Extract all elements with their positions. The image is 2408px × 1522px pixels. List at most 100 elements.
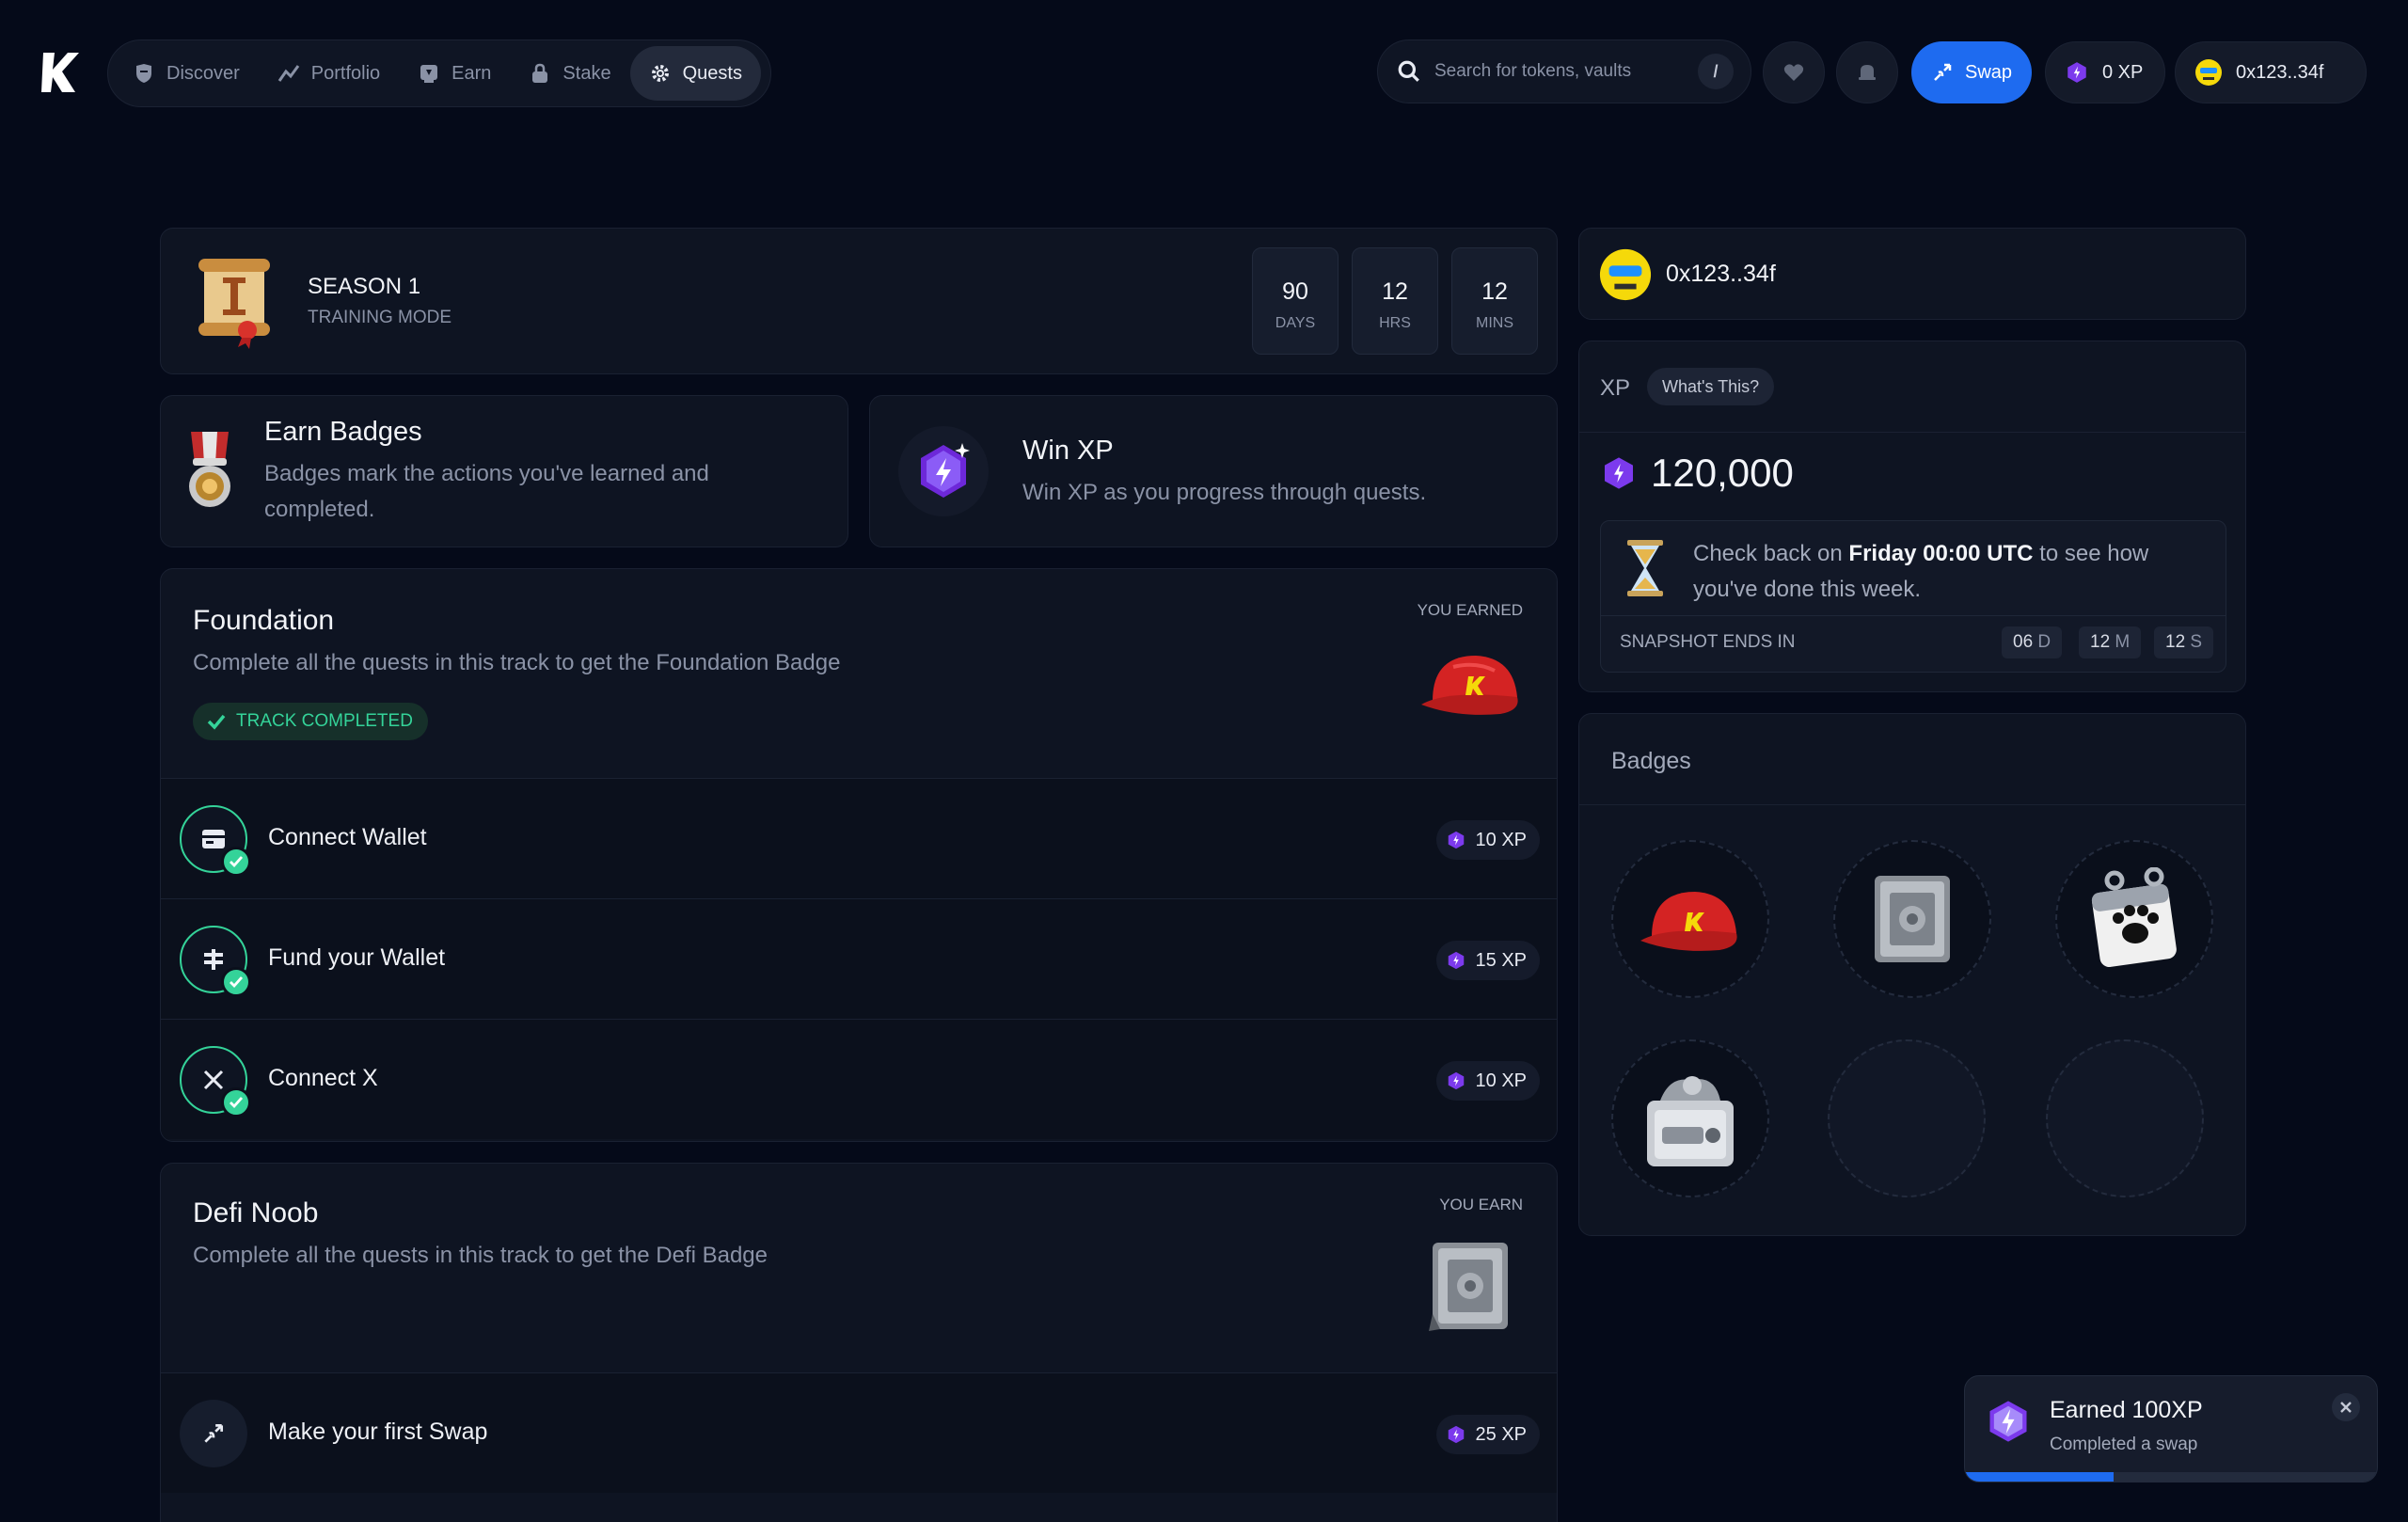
quest-label: Connect Wallet <box>268 824 427 850</box>
avatar-icon <box>2195 59 2222 86</box>
divider <box>1579 804 2245 805</box>
badge-foundation-cap[interactable] <box>1611 840 1769 998</box>
foundation-track-card: Foundation Complete all the quests in th… <box>160 568 1558 1142</box>
swap-button[interactable]: Swap <box>1911 41 2032 103</box>
gear-icon <box>651 65 669 82</box>
hourglass-icon <box>1627 540 1663 596</box>
earn-badges-desc-line2: completed. <box>264 497 375 522</box>
checkback-message: Check back on Friday 00:00 UTC to see ho… <box>1693 536 2148 608</box>
win-xp-desc: Win XP as you progress through quests. <box>1022 480 1427 505</box>
quest-icon <box>180 805 251 877</box>
search-input[interactable] <box>1434 61 1698 82</box>
snapshot-label: SNAPSHOT ENDS IN <box>1620 632 1796 652</box>
completed-check-icon <box>221 967 251 997</box>
quest-xp-value: 25 XP <box>1475 1423 1527 1445</box>
calendar-paw-badge-icon <box>2091 867 2177 968</box>
season-title: SEASON 1 <box>308 274 421 299</box>
whats-this-button[interactable]: What's This? <box>1647 368 1775 405</box>
earn-badges-card: Earn Badges Badges mark the actions you'… <box>160 395 848 547</box>
xp-card: XP What's This? 120,000 Check back on Fr… <box>1578 341 2246 692</box>
toast-subtitle: Completed a swap <box>2050 1435 2198 1454</box>
badges-card: Badges <box>1578 713 2246 1236</box>
quest-xp-reward: 10 XP <box>1435 1061 1540 1101</box>
countdown-unit: HRS <box>1379 315 1411 331</box>
earn-icon <box>420 65 438 83</box>
swap-icon <box>1934 63 1952 81</box>
vault-badge-icon <box>1875 876 1950 962</box>
toast-title: Earned 100XP <box>2050 1397 2203 1423</box>
divider <box>1579 432 2245 433</box>
foundation-cap-badge <box>1421 656 1518 715</box>
season-subtitle: TRAINING MODE <box>308 308 452 327</box>
toast-close-button[interactable] <box>2332 1393 2360 1421</box>
safe-badge-icon <box>1647 1076 1734 1166</box>
countdown-value: 90 <box>1282 278 1308 305</box>
badge-defi-vault[interactable] <box>1833 840 1991 998</box>
nav-item-discover[interactable]: Discover <box>114 46 259 101</box>
snapshot-unit: S <box>2190 632 2203 652</box>
countdown-mins: 12 MINS <box>1451 247 1538 355</box>
divider <box>1601 615 2226 616</box>
snapshot-minutes: 12 M <box>2079 626 2142 658</box>
xp-gem-icon <box>898 426 989 516</box>
badge-safe[interactable] <box>1611 1039 1769 1197</box>
quest-row[interactable]: Fund your Wallet 15 XP <box>161 898 1557 1019</box>
completed-check-icon <box>221 1087 251 1118</box>
snapshot-value: 12 <box>2090 632 2111 652</box>
xp-balance-button[interactable]: 0 XP <box>2045 41 2165 103</box>
snapshot-value: 06 <box>2013 632 2034 652</box>
quest-row[interactable]: Connect X 10 XP <box>161 1019 1557 1139</box>
track-completed-badge: TRACK COMPLETED <box>193 703 428 740</box>
nav-label: Discover <box>166 62 240 84</box>
nav-label: Quests <box>682 62 742 84</box>
track-status-label: TRACK COMPLETED <box>236 711 413 731</box>
defi-track-card: Defi Noob Complete all the quests in thi… <box>160 1163 1558 1522</box>
app-logo[interactable] <box>41 51 79 94</box>
nav-item-portfolio[interactable]: Portfolio <box>259 46 399 101</box>
notifications-button[interactable] <box>1836 41 1898 103</box>
quest-row[interactable]: Connect Wallet 10 XP <box>161 778 1557 898</box>
snapshot-unit: M <box>2115 632 2131 652</box>
earn-label: YOU EARN <box>1439 1196 1523 1213</box>
quest-xp-value: 10 XP <box>1475 829 1527 850</box>
cap-badge-icon <box>1640 892 1737 951</box>
swap-icon <box>204 1423 224 1443</box>
win-xp-card: Win XP Win XP as you progress through qu… <box>869 395 1558 547</box>
checkback-text: to see how <box>2033 541 2149 566</box>
badge-calendar-paw[interactable] <box>2055 840 2213 998</box>
track-name: Foundation <box>193 605 335 636</box>
nav-item-earn[interactable]: Earn <box>399 46 510 101</box>
main-nav: Discover Portfolio Earn Stake Quests <box>107 40 771 107</box>
quest-icon <box>180 1400 247 1467</box>
nav-item-quests[interactable]: Quests <box>629 46 761 101</box>
countdown-hours: 12 HRS <box>1352 247 1438 355</box>
earned-label: YOU EARNED <box>1417 601 1523 619</box>
badge-locked-slot <box>1828 1039 1986 1197</box>
quest-label: Make your first Swap <box>268 1419 488 1445</box>
chart-line-icon <box>277 65 300 82</box>
completed-check-icon <box>221 847 251 877</box>
xp-gem-icon <box>1989 1401 2027 1442</box>
favorites-button[interactable] <box>1763 41 1825 103</box>
search-bar[interactable]: / <box>1377 40 1751 103</box>
xp-gem-icon <box>1448 831 1464 849</box>
avatar <box>1599 248 1652 301</box>
countdown-value: 12 <box>1481 278 1508 305</box>
swap-label: Swap <box>1964 61 2013 83</box>
wallet-button[interactable]: 0x123..34f <box>2175 41 2367 103</box>
xp-gem-icon <box>2067 62 2086 83</box>
snapshot-panel: Check back on Friday 00:00 UTC to see ho… <box>1600 520 2226 673</box>
nav-label: Portfolio <box>310 62 381 84</box>
quest-icon <box>180 926 251 997</box>
profile-address-card: 0x123..34f <box>1578 228 2246 320</box>
quest-row[interactable]: Make your first Swap 25 XP <box>161 1372 1557 1493</box>
quest-label: Connect X <box>268 1065 378 1091</box>
badge-locked-slot <box>2046 1039 2204 1197</box>
xp-total: 120,000 <box>1651 451 1794 495</box>
countdown-unit: DAYS <box>1275 315 1316 331</box>
nav-item-stake[interactable]: Stake <box>510 46 629 101</box>
x-logo-icon <box>203 1070 224 1090</box>
countdown-value: 12 <box>1382 278 1408 305</box>
track-description: Complete all the quests in this track to… <box>193 1243 768 1268</box>
xp-toast: Earned 100XP Completed a swap <box>1964 1375 2378 1482</box>
